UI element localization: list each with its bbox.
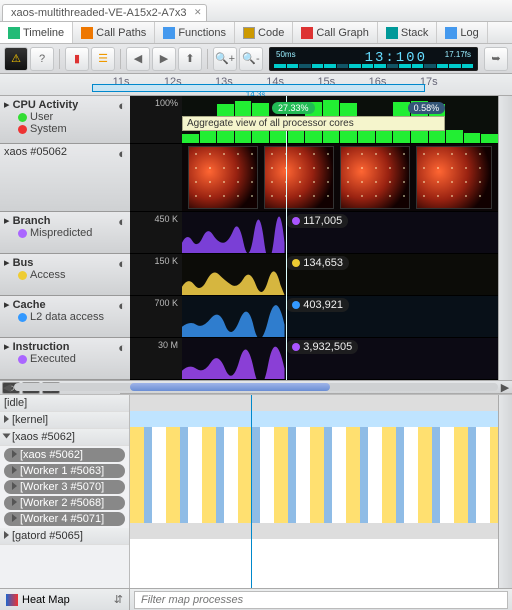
tree-row[interactable]: [Worker 2 #5068]	[4, 496, 125, 510]
tab-functions[interactable]: Functions	[155, 22, 235, 43]
callpaths-icon	[81, 27, 93, 39]
log-icon	[445, 27, 457, 39]
callgraph-icon	[301, 27, 313, 39]
document-tab-bar: xaos-multithreaded-VE-A15x2-A7x3	[0, 0, 512, 22]
marker-pill: 27.33%	[272, 102, 315, 114]
chart-cache[interactable]: 403,921	[182, 296, 498, 338]
tab-label: Stack	[401, 27, 429, 39]
zoom-out-button[interactable]: 🔍-	[239, 47, 263, 71]
hazard-icon[interactable]: ⚠	[4, 47, 28, 71]
row-header-cpu[interactable]: ▸ CPU Activity◐ User System	[0, 96, 130, 144]
tree-row[interactable]: [Worker 1 #5063]	[4, 464, 125, 478]
tab-callgraph[interactable]: Call Graph	[293, 22, 378, 43]
process-map: [idle] [kernel] [xaos #5062] [xaos #5062…	[0, 394, 512, 588]
tab-stack[interactable]: Stack	[378, 22, 438, 43]
tab-code[interactable]: Code	[235, 22, 293, 43]
tab-log[interactable]: Log	[437, 22, 487, 43]
tab-timeline[interactable]: Timeline	[0, 22, 73, 43]
lcd-left: 50ms	[276, 50, 296, 59]
row-header-process[interactable]: xaos #05062◐	[0, 144, 130, 212]
tab-label: Log	[460, 27, 478, 39]
scale-label: 150 K	[130, 254, 182, 296]
tree-row[interactable]: [kernel]	[0, 412, 129, 429]
tab-label: Call Paths	[96, 27, 146, 39]
timeline-icon	[8, 27, 20, 39]
chart-bus[interactable]: 134,653	[182, 254, 498, 296]
heat-map-canvas[interactable]	[130, 395, 498, 588]
stack-icon	[386, 27, 398, 39]
scale-label: 30 M	[130, 338, 182, 380]
chart-cpu[interactable]: 27.33% 0.58% Aggregate view of all proce…	[182, 96, 498, 144]
zoom-in-button[interactable]: 🔍+	[213, 47, 237, 71]
tab-callpaths[interactable]: Call Paths	[73, 22, 155, 43]
tooltip: Aggregate view of all processor cores	[182, 116, 445, 131]
marker-value: 134,653	[303, 257, 343, 269]
nav-next-button[interactable]: ▶	[152, 47, 176, 71]
nav-up-button[interactable]: ⬆	[178, 47, 202, 71]
time-display: 50ms 13:100 17.17fs	[269, 47, 478, 71]
toolbar: ⚠ ? ▮ ☰ ◀ ▶ ⬆ 🔍+ 🔍- 50ms 13:100 17.17fs …	[0, 44, 512, 74]
scale-label	[130, 144, 182, 212]
marker-value: 3,932,505	[303, 341, 352, 353]
chart-thumbnails[interactable]	[182, 144, 498, 212]
chart-instruction[interactable]: 3,932,505	[182, 338, 498, 380]
tab-label: Functions	[178, 27, 226, 39]
tab-label: Timeline	[23, 27, 64, 39]
row-header-branch[interactable]: ▸ Branch◐Mispredicted	[0, 212, 130, 254]
scroll-left-arrow[interactable]: ◀	[0, 381, 14, 393]
filter-input[interactable]	[134, 591, 508, 609]
tree-row[interactable]: [Worker 4 #5071]	[4, 512, 125, 526]
document-tab[interactable]: xaos-multithreaded-VE-A15x2-A7x3	[2, 4, 207, 21]
marker-value: 403,921	[303, 299, 343, 311]
bookmark-button[interactable]: ▮	[65, 47, 89, 71]
export-button[interactable]: ➥	[484, 47, 508, 71]
row-header-instr[interactable]: ▸ Instruction◐Executed	[0, 338, 130, 380]
view-mode-label: Heat Map	[22, 594, 70, 606]
view-mode-selector[interactable]: Heat Map ⇵	[0, 589, 130, 610]
nav-prev-button[interactable]: ◀	[126, 47, 150, 71]
help-button[interactable]: ?	[30, 47, 54, 71]
filter-button[interactable]: ☰	[91, 47, 115, 71]
tab-label: Call Graph	[316, 27, 369, 39]
process-tree[interactable]: [idle] [kernel] [xaos #5062] [xaos #5062…	[0, 395, 130, 588]
marker-value: 117,005	[303, 215, 342, 227]
footer-bar: Heat Map ⇵	[0, 588, 512, 610]
tree-row[interactable]: [xaos #5062]	[0, 429, 129, 446]
tree-row[interactable]: [Worker 3 #5070]	[4, 480, 125, 494]
functions-icon	[163, 27, 175, 39]
code-icon	[243, 27, 255, 39]
vertical-scrollbar[interactable]	[498, 96, 512, 380]
heatmap-icon	[6, 594, 18, 606]
row-header-bus[interactable]: ▸ Bus◐Access	[0, 254, 130, 296]
scale-label: 100%	[130, 96, 182, 144]
scroll-thumb[interactable]	[130, 383, 330, 391]
lcd-right: 17.17fs	[445, 50, 471, 59]
view-tabs: Timeline Call Paths Functions Code Call …	[0, 22, 512, 44]
chart-branch[interactable]: 117,005	[182, 212, 498, 254]
vertical-scrollbar-2[interactable]	[498, 395, 512, 588]
scroll-right-arrow[interactable]: ▶	[498, 381, 512, 393]
tab-label: Code	[258, 27, 284, 39]
scale-label: 700 K	[130, 296, 182, 338]
scale-label: 450 K	[130, 212, 182, 254]
tree-row[interactable]: [xaos #5062]	[4, 448, 125, 462]
horizontal-scrollbar[interactable]: ⟲ ↯ ⚙ ◀ ▶	[0, 380, 512, 394]
marker-pill: 0.58%	[408, 102, 446, 114]
time-ruler[interactable]: 11s 12s 13s 14s 15s 16s 17s 14.3s	[0, 74, 512, 96]
row-header-cache[interactable]: ▸ Cache◐L2 data access	[0, 296, 130, 338]
playhead[interactable]	[286, 96, 287, 380]
tree-row[interactable]: [idle]	[0, 395, 129, 412]
timeline-panels: ▸ CPU Activity◐ User System xaos #05062◐…	[0, 96, 512, 380]
tree-row[interactable]: [gatord #5065]	[0, 528, 129, 545]
